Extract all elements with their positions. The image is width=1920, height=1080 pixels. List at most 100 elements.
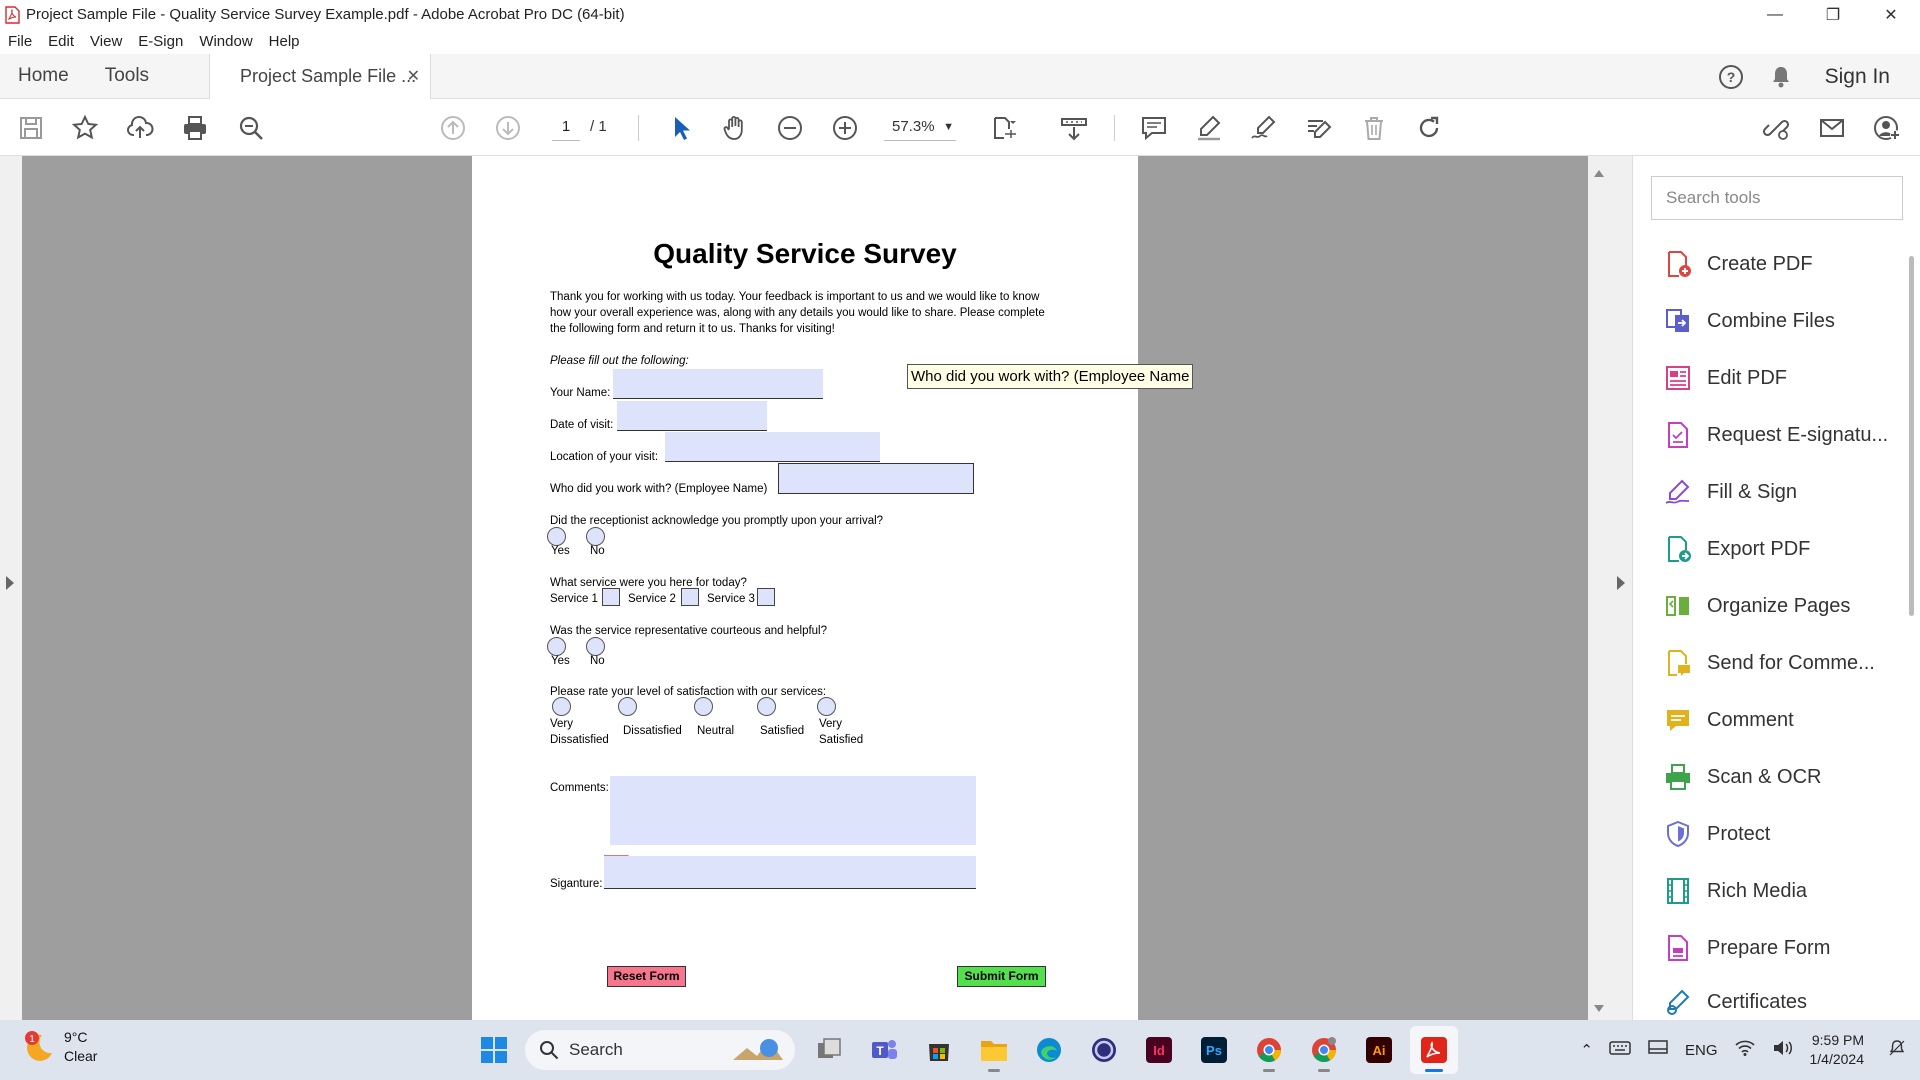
start-button[interactable]	[470, 1026, 518, 1074]
tool-prepare-form[interactable]: Prepare Form	[1663, 928, 1903, 968]
tab-home[interactable]: Home	[0, 54, 87, 99]
photoshop-icon[interactable]: Ps	[1190, 1026, 1238, 1074]
restore-button[interactable]: ❐	[1804, 0, 1862, 29]
tool-request-esignatures[interactable]: Request E-signatu...	[1663, 415, 1903, 455]
taskbar-clock[interactable]: 9:59 PM 1/4/2024	[1810, 1031, 1865, 1069]
name-field[interactable]	[613, 369, 823, 399]
scrolling-mode-icon[interactable]	[1057, 111, 1091, 145]
tool-combine-files[interactable]: Combine Files	[1663, 301, 1903, 341]
tool-scan-ocr[interactable]: Scan & OCR	[1663, 757, 1903, 797]
minimize-button[interactable]: —	[1746, 0, 1804, 29]
edge-browser-icon[interactable]	[1025, 1026, 1073, 1074]
next-page-icon[interactable]	[491, 111, 525, 145]
find-zoom-icon[interactable]	[234, 111, 268, 145]
wifi-icon[interactable]	[1734, 1039, 1756, 1061]
tab-tools[interactable]: Tools	[87, 54, 167, 99]
bookmark-star-icon[interactable]	[68, 111, 102, 145]
tools-pane-scrollbar[interactable]	[1909, 256, 1914, 616]
reset-form-button[interactable]: Reset Form	[607, 966, 686, 987]
sign-icon[interactable]	[1247, 111, 1281, 145]
menu-window[interactable]: Window	[199, 33, 252, 50]
delete-icon[interactable]	[1357, 111, 1391, 145]
satisfied-radio[interactable]	[757, 697, 776, 716]
task-view-icon[interactable]	[805, 1026, 853, 1074]
select-cursor-icon[interactable]	[664, 111, 698, 145]
right-panel-toggle[interactable]	[1610, 156, 1632, 1020]
keyboard-icon[interactable]	[1609, 1040, 1631, 1060]
page-number-input[interactable]: 1	[552, 113, 580, 141]
location-field[interactable]	[665, 432, 880, 462]
menu-view[interactable]: View	[90, 33, 122, 50]
previous-page-icon[interactable]	[436, 111, 470, 145]
share-link-icon[interactable]	[1759, 111, 1793, 145]
taskbar-search[interactable]: Search	[525, 1030, 795, 1070]
dissatisfied-radio[interactable]	[618, 697, 637, 716]
menu-edit[interactable]: Edit	[48, 33, 74, 50]
submit-form-button[interactable]: Submit Form	[957, 966, 1046, 987]
service-3-checkbox[interactable]	[757, 588, 775, 606]
save-icon[interactable]	[14, 111, 48, 145]
indesign-icon[interactable]: Id	[1135, 1026, 1183, 1074]
close-window-button[interactable]: ✕	[1862, 0, 1920, 29]
page-fit-icon[interactable]	[988, 111, 1022, 145]
edit-text-icon[interactable]	[1302, 111, 1336, 145]
microsoft-store-icon[interactable]	[915, 1026, 963, 1074]
tool-organize-pages[interactable]: Organize Pages	[1663, 586, 1903, 626]
tool-send-for-comments[interactable]: Send for Comme...	[1663, 643, 1903, 683]
hand-tool-icon[interactable]	[718, 111, 752, 145]
acrobat-taskbar-icon[interactable]	[1410, 1026, 1458, 1074]
chrome-profile-icon[interactable]	[1300, 1026, 1348, 1074]
signature-field[interactable]	[604, 856, 976, 889]
teams-icon[interactable]: T	[860, 1026, 908, 1074]
tool-certificates[interactable]: Certificates	[1663, 985, 1903, 1019]
notification-center-icon[interactable]	[1888, 1039, 1906, 1061]
scroll-down-icon[interactable]	[1594, 1005, 1604, 1012]
service-2-checkbox[interactable]	[681, 588, 699, 606]
search-tools-input[interactable]: Search tools	[1651, 176, 1903, 220]
add-comment-icon[interactable]	[1137, 111, 1171, 145]
tab-document[interactable]: Project Sample File ... ✕	[209, 53, 432, 99]
upload-cloud-icon[interactable]	[123, 111, 157, 145]
add-user-icon[interactable]	[1870, 111, 1904, 145]
highlight-icon[interactable]	[1192, 111, 1226, 145]
print-icon[interactable]	[178, 111, 212, 145]
date-field[interactable]	[617, 401, 767, 431]
menu-file[interactable]: File	[8, 33, 32, 50]
tool-rich-media[interactable]: Rich Media	[1663, 871, 1903, 911]
rotate-icon[interactable]	[1412, 111, 1446, 145]
sign-in-button[interactable]: Sign In	[1825, 65, 1890, 89]
employee-field[interactable]	[778, 463, 974, 494]
scroll-up-icon[interactable]	[1594, 170, 1604, 177]
tool-comment[interactable]: Comment	[1663, 700, 1903, 740]
file-explorer-icon[interactable]	[970, 1026, 1018, 1074]
tool-export-pdf[interactable]: Export PDF	[1663, 529, 1903, 569]
neutral-radio[interactable]	[694, 697, 713, 716]
zoom-out-icon[interactable]	[773, 111, 807, 145]
zoom-in-icon[interactable]	[828, 111, 862, 145]
email-icon[interactable]	[1815, 111, 1849, 145]
weather-widget[interactable]: 1 9°C Clear	[20, 1028, 97, 1066]
comments-field[interactable]	[610, 776, 976, 845]
left-panel-toggle[interactable]	[0, 156, 22, 1020]
help-icon[interactable]: ?	[1715, 61, 1747, 93]
show-hidden-icons-chevron-icon[interactable]: ⌃	[1580, 1041, 1593, 1059]
tool-protect[interactable]: Protect	[1663, 814, 1903, 854]
service-1-checkbox[interactable]	[602, 588, 620, 606]
vertical-scrollbar[interactable]	[1588, 156, 1610, 1020]
volume-icon[interactable]	[1772, 1039, 1794, 1061]
illustrator-icon[interactable]: Ai	[1355, 1026, 1403, 1074]
zoom-level-select[interactable]: 57.3% ▼	[884, 113, 956, 141]
screen-capture-icon[interactable]	[1080, 1026, 1128, 1074]
very-satisfied-radio[interactable]	[817, 697, 836, 716]
menu-help[interactable]: Help	[269, 33, 300, 50]
close-tab-icon[interactable]: ✕	[407, 66, 420, 86]
menu-esign[interactable]: E-Sign	[138, 33, 183, 50]
language-indicator[interactable]: ENG	[1685, 1042, 1718, 1059]
document-canvas[interactable]: Quality Service Survey Thank you for wor…	[0, 156, 1632, 1020]
notifications-bell-icon[interactable]	[1765, 61, 1797, 93]
very-dissatisfied-radio[interactable]	[552, 697, 571, 716]
display-icon[interactable]	[1647, 1039, 1669, 1061]
tool-fill-sign[interactable]: Fill & Sign	[1663, 472, 1903, 512]
tool-edit-pdf[interactable]: Edit PDF	[1663, 358, 1903, 398]
tool-create-pdf[interactable]: Create PDF	[1663, 244, 1903, 284]
